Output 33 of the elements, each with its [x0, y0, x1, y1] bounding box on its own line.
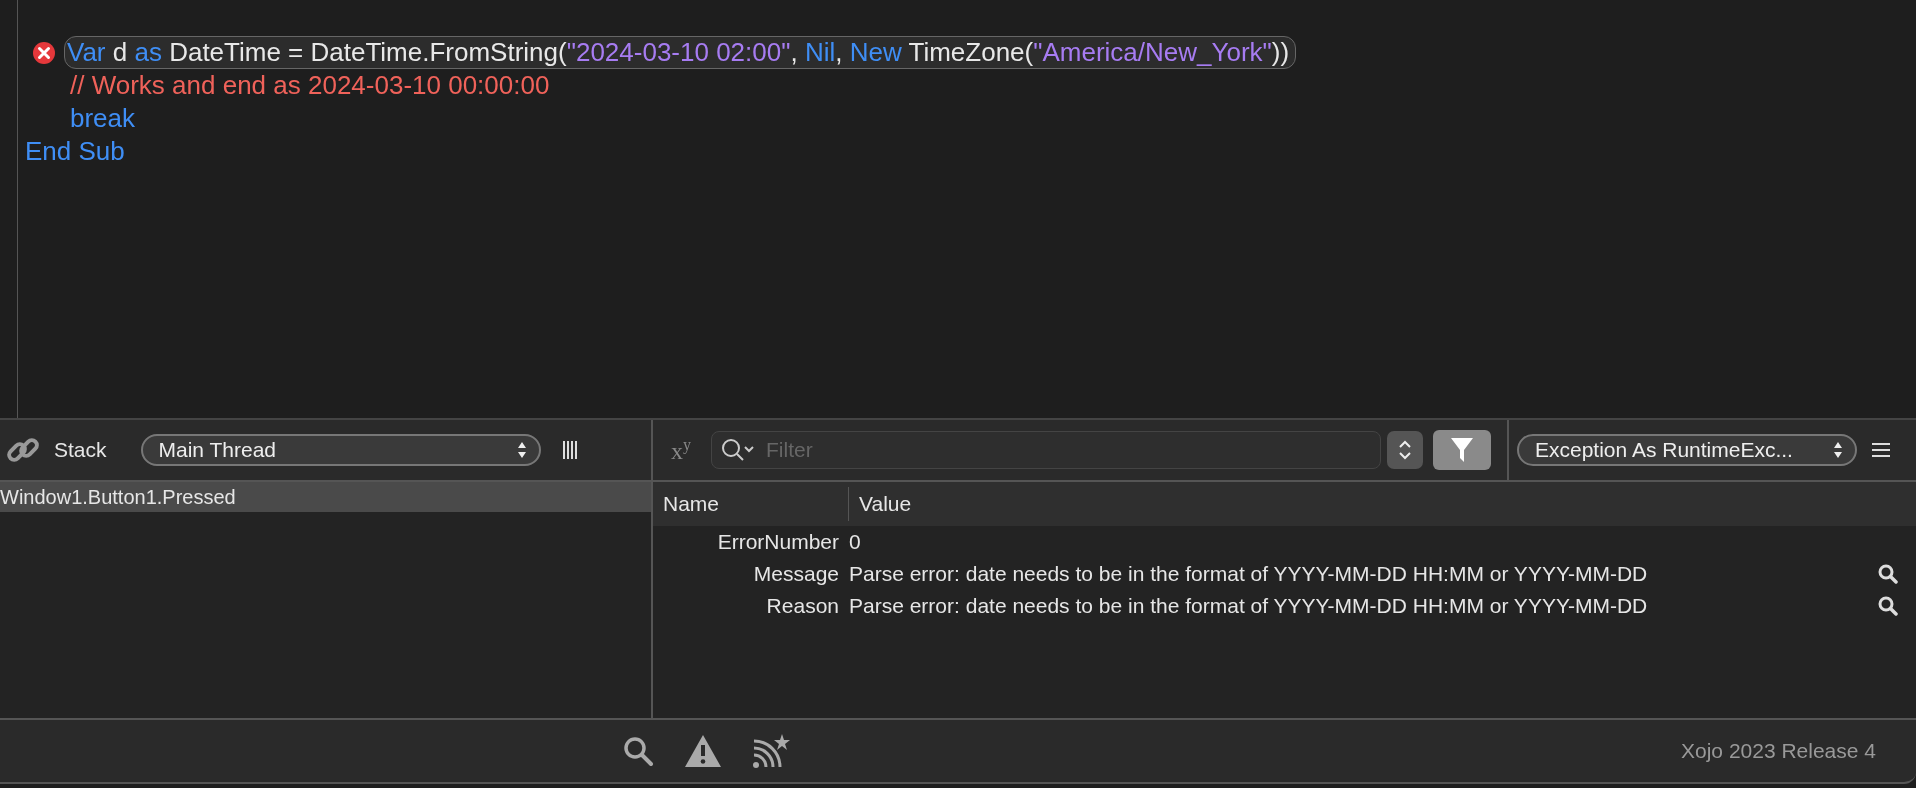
code-line: Var d as DateTime = DateTime.FromString("2024-03-10 02:00", Nil, New TimeZone("America/New_York")): [64, 36, 1297, 69]
code-line: End Sub: [25, 136, 125, 167]
search-icon[interactable]: [721, 438, 755, 462]
thread-dropdown[interactable]: Main Thread: [140, 434, 541, 466]
search-icon[interactable]: [1878, 596, 1898, 616]
stack-frame[interactable]: Window1.Button1.Pressed: [0, 482, 651, 512]
code-line: // Works and end as 2024-03-10 00:00:00: [70, 70, 550, 101]
superscript-toggle[interactable]: x$^{y}$: [671, 435, 691, 465]
variable-name: Message: [753, 562, 839, 585]
feed-star-icon[interactable]: [752, 733, 790, 769]
menu-icon[interactable]: [1871, 442, 1891, 458]
columns-icon[interactable]: [562, 440, 577, 460]
stepper-button[interactable]: [1387, 431, 1423, 469]
variable-value: 0: [849, 530, 861, 553]
column-header[interactable]: Value: [849, 492, 912, 516]
filter-field[interactable]: Filter: [711, 431, 1381, 469]
variable-value: Parse error: date needs to be in the format of YYYY-MM-DD HH:MM or YYYY-MM-DD: [849, 594, 1648, 617]
updown-icon: [1833, 441, 1843, 459]
version-label: Xojo 2023 Release 4: [1681, 739, 1876, 763]
variable-name: Reason: [766, 594, 839, 617]
scope-dropdown[interactable]: Exception As RuntimeExc...: [1517, 434, 1857, 466]
funnel-icon: [1450, 436, 1474, 464]
column-header[interactable]: Name: [663, 492, 720, 516]
chevrons-icon: [1398, 439, 1412, 461]
code-line: break: [70, 103, 136, 134]
search-icon[interactable]: [622, 735, 654, 767]
filter-button[interactable]: [1433, 430, 1491, 470]
stack-title: Stack: [54, 438, 107, 462]
search-icon[interactable]: [1878, 564, 1898, 584]
updown-icon: [516, 441, 527, 459]
variable-name: ErrorNumber: [717, 530, 839, 553]
variable-value: Parse error: date needs to be in the format of YYYY-MM-DD HH:MM or YYYY-MM-DD: [849, 562, 1648, 585]
warning-icon[interactable]: [684, 734, 722, 768]
